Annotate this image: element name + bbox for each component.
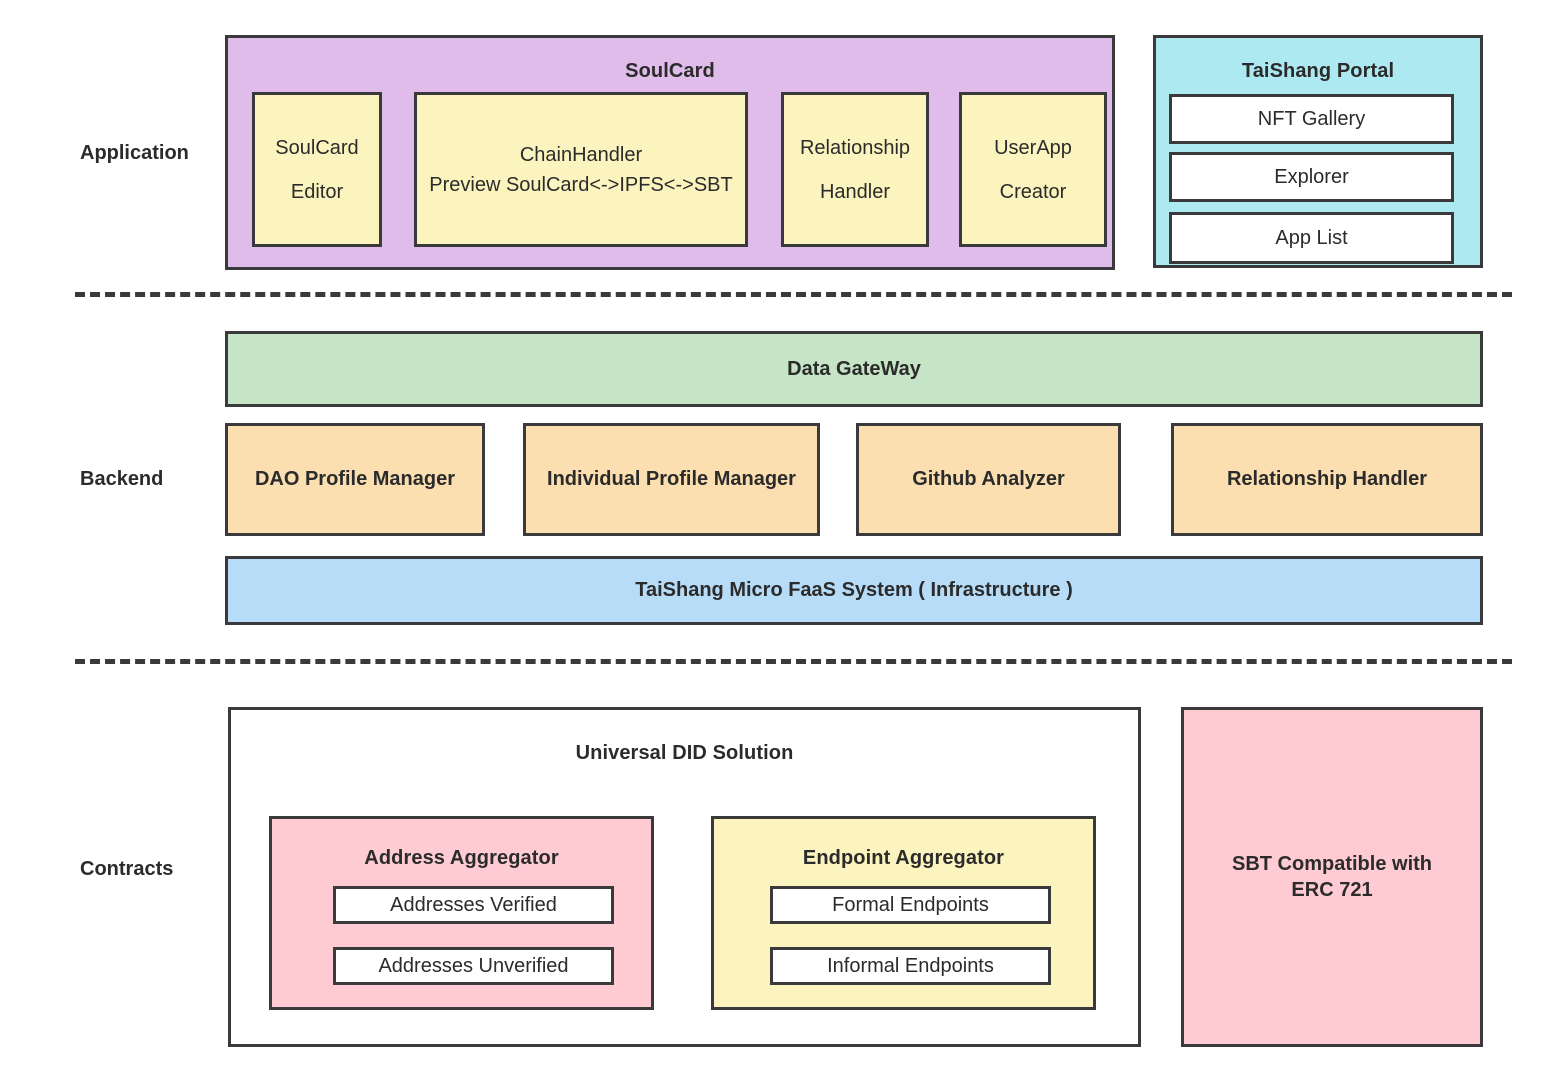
backend-box-individual-profile-manager[interactable]: Individual Profile Manager — [523, 423, 820, 536]
portal-item-explorer[interactable]: Explorer — [1169, 152, 1454, 202]
app-box-userapp-creator-line2: Creator — [999, 180, 1067, 203]
backend-box-dao-profile-manager[interactable]: DAO Profile Manager — [225, 423, 485, 536]
contracts-item-informal-endpoints[interactable]: Informal Endpoints — [770, 947, 1051, 985]
portal-item-app-list[interactable]: App List — [1169, 212, 1454, 264]
contracts-item-addresses-unverified[interactable]: Addresses Unverified — [333, 947, 614, 985]
backend-box-micro-faas-system-label: TaiShang Micro FaaS System ( Infrastruct… — [635, 579, 1073, 602]
contracts-item-formal-endpoints-label: Formal Endpoints — [832, 893, 989, 916]
contracts-item-addresses-verified-label: Addresses Verified — [390, 893, 557, 916]
backend-box-data-gateway[interactable]: Data GateWay — [225, 331, 1483, 407]
contracts-item-informal-endpoints-label: Informal Endpoints — [827, 954, 994, 977]
contracts-address-aggregator-title: Address Aggregator — [364, 847, 559, 869]
row-label-backend: Backend — [80, 468, 164, 490]
app-box-soulcard-editor-line2: Editor — [290, 180, 344, 203]
divider-backend-contracts — [75, 659, 1512, 664]
app-box-userapp-creator-line1: UserApp — [994, 136, 1072, 159]
contracts-item-addresses-unverified-label: Addresses Unverified — [378, 954, 569, 977]
backend-box-data-gateway-label: Data GateWay — [787, 357, 921, 380]
backend-box-github-analyzer[interactable]: Github Analyzer — [856, 423, 1121, 536]
app-box-chainhandler-line1: ChainHandler — [519, 143, 643, 166]
app-box-chainhandler-line2: Preview SoulCard<->IPFS<->SBT — [429, 173, 733, 196]
backend-box-github-analyzer-label: Github Analyzer — [912, 468, 1065, 491]
contracts-box-sbt-line2: ERC 721 — [1291, 879, 1373, 901]
row-label-application: Application — [80, 142, 189, 164]
contracts-box-sbt[interactable]: SBT Compatible with ERC 721 — [1181, 707, 1483, 1047]
app-box-relationship-handler-line1: Relationship — [799, 136, 911, 159]
contracts-endpoint-aggregator-title: Endpoint Aggregator — [802, 847, 1005, 869]
app-box-chainhandler[interactable]: ChainHandler Preview SoulCard<->IPFS<->S… — [414, 92, 748, 247]
portal-item-nft-gallery-label: NFT Gallery — [1257, 107, 1366, 130]
contracts-item-addresses-verified[interactable]: Addresses Verified — [333, 886, 614, 924]
backend-box-micro-faas-system[interactable]: TaiShang Micro FaaS System ( Infrastruct… — [225, 556, 1483, 625]
backend-box-individual-profile-manager-label: Individual Profile Manager — [547, 468, 796, 491]
portal-item-app-list-label: App List — [1275, 226, 1348, 249]
divider-application-backend — [75, 292, 1512, 297]
app-box-soulcard-editor[interactable]: SoulCard Editor — [252, 92, 382, 247]
contracts-universal-did-title: Universal DID Solution — [575, 742, 794, 764]
app-box-soulcard-editor-line1: SoulCard — [275, 136, 359, 159]
app-box-relationship-handler[interactable]: Relationship Handler — [781, 92, 929, 247]
architecture-diagram: Application Backend Contracts SoulCard S… — [0, 0, 1545, 1080]
taishang-portal-panel-title: TaiShang Portal — [1241, 60, 1395, 82]
app-box-userapp-creator[interactable]: UserApp Creator — [959, 92, 1107, 247]
app-box-relationship-handler-line2: Handler — [819, 180, 891, 203]
backend-box-relationship-handler[interactable]: Relationship Handler — [1171, 423, 1483, 536]
portal-item-nft-gallery[interactable]: NFT Gallery — [1169, 94, 1454, 144]
backend-box-dao-profile-manager-label: DAO Profile Manager — [254, 468, 456, 491]
contracts-box-sbt-line1: SBT Compatible with — [1232, 852, 1432, 875]
soulcard-panel-title: SoulCard — [625, 60, 715, 82]
backend-box-relationship-handler-label: Relationship Handler — [1226, 468, 1428, 491]
contracts-item-formal-endpoints[interactable]: Formal Endpoints — [770, 886, 1051, 924]
portal-item-explorer-label: Explorer — [1274, 165, 1349, 188]
row-label-contracts: Contracts — [80, 858, 174, 880]
